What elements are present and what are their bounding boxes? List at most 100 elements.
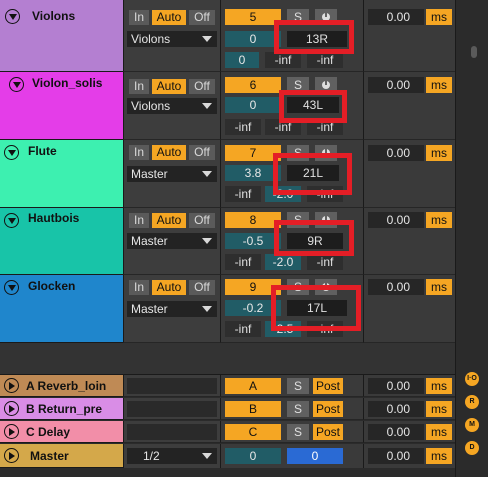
send-a-field[interactable]: -inf: [225, 254, 261, 270]
monitor-auto-button[interactable]: Auto: [152, 10, 186, 25]
delay-unit-button[interactable]: ms: [426, 212, 452, 228]
fold-toggle-icon[interactable]: [4, 280, 19, 295]
post-button[interactable]: Post: [313, 401, 343, 417]
monitor-off-button[interactable]: Off: [189, 10, 215, 25]
track-name: Glocken: [28, 279, 76, 293]
dropdown-value: 1/2: [143, 449, 160, 463]
post-button[interactable]: Post: [313, 424, 343, 440]
highlight-box: [274, 220, 354, 256]
track-header-hautbois[interactable]: Hautbois: [0, 208, 123, 275]
volume-field[interactable]: 0: [225, 97, 281, 113]
fold-toggle-icon[interactable]: [4, 378, 19, 393]
delay-unit-button[interactable]: ms: [426, 424, 452, 440]
output-channel-dropdown[interactable]: Master: [127, 166, 217, 182]
delay-unit-button[interactable]: ms: [426, 9, 452, 25]
delay-unit-button[interactable]: ms: [426, 77, 452, 93]
master-volume-field[interactable]: 0: [225, 448, 281, 464]
track-delay-field[interactable]: 0.00: [368, 378, 424, 394]
monitor-in-button[interactable]: In: [129, 280, 149, 295]
io-section: In Auto Off Master: [123, 208, 220, 275]
monitor-off-button[interactable]: Off: [189, 213, 215, 228]
volume-field[interactable]: -0.5: [225, 233, 281, 249]
send-a-field[interactable]: -inf: [225, 119, 261, 135]
fold-toggle-icon[interactable]: [4, 448, 19, 463]
mixer-section: 5 S 0 13R 0 -inf -inf: [220, 0, 363, 72]
track-header-violon-solis[interactable]: Violon_solis: [0, 72, 123, 140]
chevron-down-icon: [202, 306, 212, 312]
master-header[interactable]: Master: [0, 444, 123, 468]
cue-out-dropdown[interactable]: 1/2: [127, 448, 217, 464]
send-a-field[interactable]: -inf: [225, 186, 261, 202]
monitor-auto-button[interactable]: Auto: [152, 213, 186, 228]
return-activator-button[interactable]: A: [225, 378, 281, 394]
fold-toggle-icon[interactable]: [4, 424, 19, 439]
bottom-strip: [0, 468, 455, 477]
track-activator-button[interactable]: 8: [225, 212, 281, 228]
monitor-off-button[interactable]: Off: [189, 145, 215, 160]
delay-unit-button[interactable]: ms: [426, 279, 452, 295]
solo-button[interactable]: S: [287, 401, 309, 417]
monitor-auto-button[interactable]: Auto: [152, 145, 186, 160]
track-delay-field[interactable]: 0.00: [368, 424, 424, 440]
master-pan-field[interactable]: 0: [287, 448, 343, 464]
monitor-auto-button[interactable]: Auto: [152, 280, 186, 295]
monitor-in-button[interactable]: In: [129, 213, 149, 228]
return-activator-button[interactable]: B: [225, 401, 281, 417]
volume-field[interactable]: 0: [225, 31, 281, 47]
delay-unit-button[interactable]: ms: [426, 448, 452, 464]
mixer-toggle-icon[interactable]: M: [465, 418, 479, 432]
highlight-box: [273, 153, 352, 195]
track-delay-field[interactable]: 0.00: [368, 279, 424, 295]
input-channel-dropdown[interactable]: Violons: [127, 98, 217, 114]
master-delay: 0.00 ms: [363, 444, 455, 468]
solo-button[interactable]: S: [287, 378, 309, 394]
track-header-flute[interactable]: Flute: [0, 140, 123, 208]
io-toggle-icon[interactable]: I·O: [465, 372, 479, 386]
track-activator-button[interactable]: 6: [225, 77, 281, 93]
post-button[interactable]: Post: [313, 378, 343, 394]
monitor-off-button[interactable]: Off: [189, 79, 215, 94]
return-header-b[interactable]: B Return_pre: [0, 398, 123, 420]
track-delay-field[interactable]: 0.00: [368, 401, 424, 417]
monitor-in-button[interactable]: In: [129, 79, 149, 94]
send-a-field[interactable]: -inf: [225, 321, 261, 337]
delay-unit-button[interactable]: ms: [426, 145, 452, 161]
chevron-down-icon: [202, 171, 212, 177]
fold-toggle-icon[interactable]: [4, 145, 19, 160]
monitor-in-button[interactable]: In: [129, 10, 149, 25]
return-activator-button[interactable]: C: [225, 424, 281, 440]
fold-toggle-icon[interactable]: [5, 9, 20, 24]
delay-toggle-icon[interactable]: D: [465, 441, 479, 455]
track-activator-button[interactable]: 5: [225, 9, 281, 25]
vertical-scrollbar[interactable]: [471, 46, 477, 58]
track-header-violons[interactable]: Violons: [0, 0, 123, 72]
empty-track-drop-area[interactable]: [0, 343, 455, 375]
fold-toggle-icon[interactable]: [4, 213, 19, 228]
track-header-glocken[interactable]: Glocken: [0, 275, 123, 343]
monitor-in-button[interactable]: In: [129, 145, 149, 160]
fold-toggle-icon[interactable]: [4, 401, 19, 416]
monitor-off-button[interactable]: Off: [189, 280, 215, 295]
delay-unit-button[interactable]: ms: [426, 401, 452, 417]
solo-button[interactable]: S: [287, 424, 309, 440]
highlight-box: [271, 285, 361, 331]
track-delay-field[interactable]: 0.00: [368, 145, 424, 161]
output-channel-dropdown[interactable]: Master: [127, 301, 217, 317]
return-header-c[interactable]: C Delay: [0, 421, 123, 443]
io-section: In Auto Off Master: [123, 275, 220, 343]
track-delay-field[interactable]: 0.00: [368, 448, 424, 464]
send-a-field[interactable]: 0: [225, 52, 259, 68]
meter-right-readout: -inf: [307, 52, 343, 68]
returns-toggle-icon[interactable]: R: [465, 395, 479, 409]
track-delay-field[interactable]: 0.00: [368, 9, 424, 25]
input-channel-dropdown[interactable]: Violons: [127, 31, 217, 47]
track-delay-field[interactable]: 0.00: [368, 212, 424, 228]
monitor-auto-button[interactable]: Auto: [152, 79, 186, 94]
return-header-a[interactable]: A Reverb_loin: [0, 375, 123, 397]
track-delay-field[interactable]: 0.00: [368, 77, 424, 93]
delay-unit-button[interactable]: ms: [426, 378, 452, 394]
output-channel-dropdown[interactable]: Master: [127, 233, 217, 249]
meter-left-readout: -inf: [265, 52, 301, 68]
fold-toggle-icon[interactable]: [9, 77, 24, 92]
return-name: B Return_pre: [26, 402, 103, 416]
